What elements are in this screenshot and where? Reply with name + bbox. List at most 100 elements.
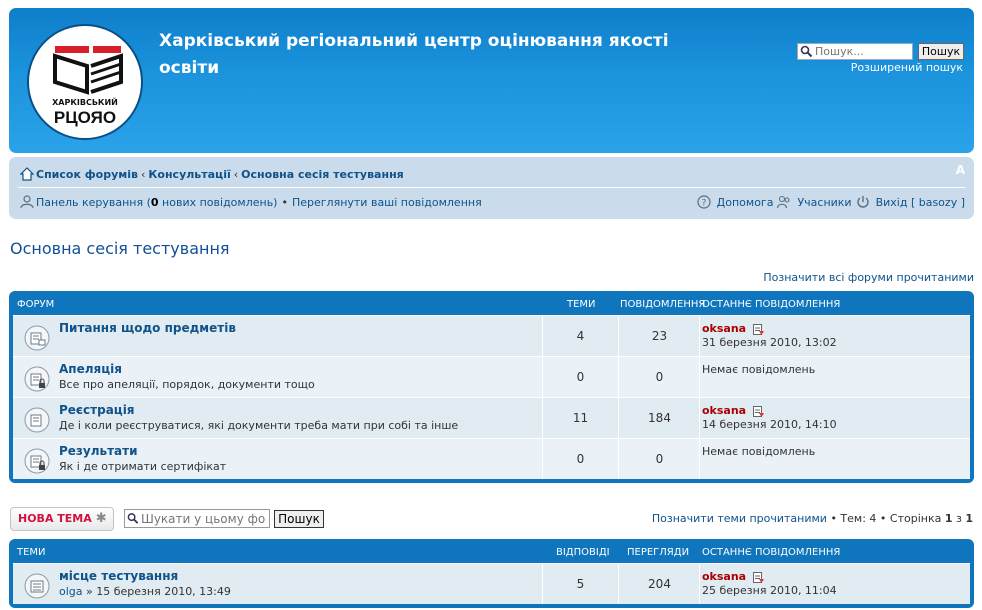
members-icon — [777, 195, 791, 209]
forum-topics-count: 0 — [542, 439, 619, 479]
control-panel-label: Панель керування ( — [36, 195, 151, 209]
view-your-posts-link[interactable]: Переглянути ваші повідомлення — [292, 196, 482, 209]
header-search-button[interactable]: Пошук — [918, 43, 964, 60]
header-search-box[interactable] — [797, 43, 913, 60]
col-forum: Форум — [17, 299, 55, 310]
total-pages: 1 — [965, 512, 973, 525]
forum-search-input[interactable] — [141, 511, 269, 526]
forum-title[interactable]: Реєстрація — [59, 403, 135, 417]
forum-title[interactable]: Апеляція — [59, 362, 122, 376]
view-latest-post-icon[interactable] — [752, 405, 764, 417]
pagination: Позначити теми прочитаними • Тем: 4 • Ст… — [652, 512, 973, 525]
user-nav: Панель керування (0 нових повідомлень) •… — [20, 195, 482, 209]
forum-last-post: oksana 14 березня 2010, 14:10 — [702, 404, 837, 432]
forum-locked-icon — [24, 448, 50, 474]
forum-row: Результати Як і де отримати сертифікат 0… — [13, 438, 970, 479]
site-header: ХАРКІВСЬКИЙ РЦОЯО Харківський регіональн… — [9, 8, 974, 153]
topic-replies-count: 5 — [542, 564, 619, 604]
forum-list: Форум Теми Повідомлення Останнє повідомл… — [9, 291, 974, 483]
current-page: 1 — [944, 512, 953, 525]
page-of: з — [952, 512, 966, 525]
no-posts-label: Немає повідомлень — [702, 445, 816, 458]
mark-all-forums-read-link[interactable]: Позначити всі форуми прочитаними — [763, 271, 974, 284]
breadcrumb-current[interactable]: Основна сесія тестування — [241, 168, 404, 181]
view-latest-post-icon[interactable] — [752, 323, 764, 335]
forum-title[interactable]: Питання щодо предметів — [59, 321, 236, 335]
col-replies: Відповіді — [556, 547, 610, 558]
book-logo-icon — [53, 46, 123, 95]
mark-topics-read-link[interactable]: Позначити теми прочитаними — [652, 512, 827, 525]
forum-posts-count: 184 — [620, 398, 700, 438]
forum-read-icon — [24, 325, 50, 351]
font-size-toggle[interactable]: A — [956, 163, 965, 177]
last-post-author[interactable]: oksana — [702, 404, 746, 417]
topic-row: місце тестування olga » 15 березня 2010,… — [13, 563, 970, 604]
site-logo[interactable]: ХАРКІВСЬКИЙ РЦОЯО — [27, 24, 143, 140]
help-icon: ? — [697, 195, 711, 209]
home-icon[interactable] — [20, 167, 34, 181]
new-topic-label: НОВА ТЕМА — [18, 512, 92, 525]
forum-posts-count: 0 — [620, 357, 700, 397]
last-post-date: 14 березня 2010, 14:10 — [702, 418, 837, 431]
nav-divider — [18, 187, 965, 188]
search-icon — [800, 45, 813, 58]
page-title[interactable]: Основна сесія тестування — [10, 239, 230, 258]
col-posts: Повідомлення — [620, 299, 706, 310]
forum-last-post: Немає повідомлень — [702, 445, 815, 459]
members-link[interactable]: Учасники — [797, 196, 851, 209]
last-post-author[interactable]: oksana — [702, 322, 746, 335]
last-post-date: 25 березня 2010, 11:04 — [702, 584, 837, 597]
forum-last-post: Немає повідомлень — [702, 363, 815, 377]
col-last-post: Останнє повідомлення — [702, 299, 841, 310]
forum-row: Реєстрація Де і коли реєструватися, які … — [13, 397, 970, 438]
forum-topics-count: 0 — [542, 357, 619, 397]
forum-description: Де і коли реєструватися, які документи т… — [59, 419, 459, 432]
advanced-search-link[interactable]: Розширений пошук — [851, 61, 963, 74]
control-panel-icon — [20, 195, 34, 209]
forum-posts-count: 0 — [620, 439, 700, 479]
help-link[interactable]: Допомога — [717, 196, 774, 209]
breadcrumb-separator: ‹ — [233, 167, 239, 181]
topic-list-header: Теми Відповіді Перегляди Останнє повідом… — [13, 539, 970, 563]
view-latest-post-icon[interactable] — [752, 571, 764, 583]
header-search-input[interactable] — [815, 45, 911, 58]
forum-search-box[interactable] — [124, 509, 270, 528]
forum-search-button[interactable]: Пошук — [274, 510, 324, 528]
forum-title[interactable]: Результати — [59, 444, 138, 458]
topic-title[interactable]: місце тестування — [59, 569, 178, 583]
new-messages-label: нових повідомлень) — [158, 195, 278, 209]
forum-last-post: oksana 31 березня 2010, 13:02 — [702, 322, 837, 350]
forum-read-icon — [24, 407, 50, 433]
search-icon — [127, 513, 139, 524]
topic-date: » 15 березня 2010, 13:49 — [86, 585, 231, 598]
logout-icon — [856, 196, 869, 208]
forum-posts-count: 23 — [620, 316, 700, 356]
forum-description: Все про апеляції, порядок, документи тощ… — [59, 378, 315, 391]
col-topics: Теми — [17, 547, 46, 558]
logout-link[interactable]: Вихід [ basozy ] — [876, 196, 965, 209]
breadcrumb: Список форумів ‹ Консультації ‹ Основна … — [20, 167, 404, 181]
new-messages-count: 0 — [150, 195, 159, 209]
control-panel-link[interactable]: Панель керування (0 нових повідомлень) — [36, 196, 277, 209]
new-topic-button[interactable]: НОВА ТЕМА ✱ — [10, 507, 114, 531]
topic-views-count: 204 — [620, 564, 700, 604]
no-posts-label: Немає повідомлень — [702, 363, 816, 376]
forum-list-header: Форум Теми Повідомлення Останнє повідомл… — [13, 291, 970, 315]
site-links: ? Допомога Учасники Вихід [ basozy ] — [697, 195, 965, 209]
topic-meta: olga » 15 березня 2010, 13:49 — [59, 585, 231, 598]
svg-text:?: ? — [701, 199, 706, 209]
breadcrumb-separator: ‹ — [141, 167, 146, 181]
logo-title: РЦОЯО — [53, 108, 117, 127]
logo-subtitle: ХАРКІВСЬКИЙ — [52, 98, 118, 107]
last-post-author[interactable]: oksana — [702, 570, 746, 583]
forum-description: Як і де отримати сертифікат — [59, 460, 227, 473]
topics-count: • Тем: 4 • Сторінка — [826, 512, 945, 525]
site-title[interactable]: Харківський регіональний центр оцінюванн… — [159, 28, 699, 82]
topic-author[interactable]: olga — [59, 585, 83, 598]
breadcrumb-consultations[interactable]: Консультації — [148, 168, 230, 181]
topic-list: Теми Відповіді Перегляди Останнє повідом… — [9, 539, 974, 608]
col-views: Перегляди — [627, 547, 690, 558]
forum-topics-count: 4 — [542, 316, 619, 356]
breadcrumb-home[interactable]: Список форумів — [36, 168, 138, 181]
forum-topics-count: 11 — [542, 398, 619, 438]
